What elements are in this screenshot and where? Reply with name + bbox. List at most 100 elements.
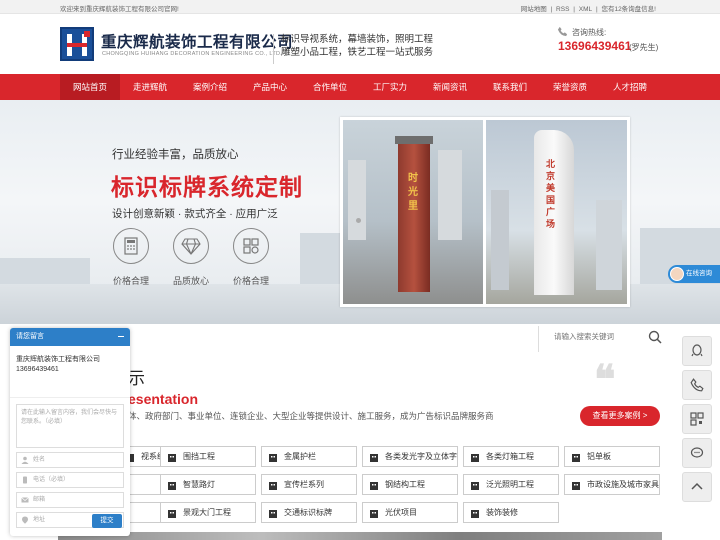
building: [438, 150, 462, 240]
separator: |: [550, 6, 553, 13]
logo-icon[interactable]: [60, 27, 94, 61]
building-icon: [370, 454, 378, 462]
avatar: [670, 267, 684, 281]
sitemap-link[interactable]: 网站地图: [521, 6, 547, 13]
inquiry-messages-link[interactable]: 您有12条询盘信息!: [601, 6, 656, 13]
chevron-up-icon: [691, 482, 703, 490]
search-input[interactable]: [554, 332, 644, 341]
banner-skyline: [300, 233, 340, 288]
category-label: 铝单板: [587, 452, 611, 461]
pylon-sign-red: 时光里: [395, 136, 433, 292]
carousel-dots[interactable]: [356, 210, 364, 228]
site-header: 重庆辉航装饰工程有限公司 CHONGQING HUIHANG DECORATIO…: [0, 14, 720, 74]
building-icon: [370, 482, 378, 490]
message-textarea[interactable]: 请在此输入留言内容，我们会尽快与您联系。（必填）: [16, 404, 124, 448]
category-item[interactable]: 光伏项目: [362, 502, 458, 523]
message-panel-title: 请您留言: [16, 333, 44, 340]
nav-item-honors[interactable]: 荣誉资质: [540, 74, 600, 100]
nav-item-home[interactable]: 网站首页: [60, 74, 120, 100]
online-consult-button[interactable]: 在线咨询: [668, 265, 720, 283]
building: [491, 190, 509, 290]
category-item[interactable]: 宣传栏系列: [261, 474, 357, 495]
mail-icon: [21, 497, 29, 503]
slogan-line-2: 雕塑小品工程，铁艺工程一站式服务: [281, 47, 434, 58]
xml-link[interactable]: XML: [579, 6, 592, 13]
category-item[interactable]: 各类发光字及立体字: [362, 446, 458, 467]
nav-item-news[interactable]: 新闻资讯: [420, 74, 480, 100]
category-label: 泛光照明工程: [486, 480, 534, 489]
more-cases-button[interactable]: 查看更多案例 >: [580, 406, 660, 426]
separator: |: [595, 6, 598, 13]
nav-item-factory[interactable]: 工厂实力: [360, 74, 420, 100]
nav-item-cases[interactable]: 案例介绍: [180, 74, 240, 100]
category-item[interactable]: 智慧路灯: [160, 474, 256, 495]
top-links: 网站地图 | RSS | XML | 您有12条询盘信息!: [520, 3, 657, 13]
category-label: 围挡工程: [183, 452, 215, 461]
back-to-top-button[interactable]: [682, 472, 712, 502]
building-icon: [572, 454, 580, 462]
category-item[interactable]: 装饰装修: [463, 502, 559, 523]
category-item[interactable]: 铝单板: [564, 446, 660, 467]
submit-button[interactable]: 提交: [92, 514, 122, 528]
category-item[interactable]: 围挡工程: [160, 446, 256, 467]
banner-title: 标识标牌系统定制: [111, 174, 303, 200]
category-label: 景观大门工程: [183, 508, 231, 517]
category-label: 钢结构工程: [385, 480, 425, 489]
nav-item-about[interactable]: 走进辉航: [120, 74, 180, 100]
building-icon: [471, 482, 479, 490]
welcome-text: 欢迎来到重庆辉航装饰工程有限公司官网!: [60, 6, 179, 13]
category-label: 各类灯箱工程: [486, 452, 534, 461]
sign-photo-left: 时光里: [343, 120, 483, 304]
building-icon: [572, 482, 580, 490]
hotline-number: 13696439461: [558, 39, 632, 53]
quote-icon: ❝: [594, 356, 616, 403]
category-item[interactable]: 景观大门工程: [160, 502, 256, 523]
case-thumbnails-strip: [58, 532, 662, 540]
header-slogan: 标识导视系统，幕墙装饰，照明工程 雕塑小品工程，铁艺工程一站式服务: [281, 33, 433, 59]
category-label: 金属护栏: [284, 452, 316, 461]
category-label: 各类发光字及立体字: [385, 452, 457, 461]
header-divider: [273, 34, 274, 64]
building-icon: [269, 454, 277, 462]
top-bar: 欢迎来到重庆辉航装饰工程有限公司官网! 网站地图 | RSS | XML | 您…: [0, 0, 720, 14]
rss-link[interactable]: RSS: [556, 6, 569, 13]
section-title: 示: [128, 369, 145, 388]
phone-button[interactable]: [682, 370, 712, 400]
building: [348, 160, 366, 240]
category-label: 智慧路灯: [183, 480, 215, 489]
chat-button[interactable]: [682, 438, 712, 468]
building-icon: [471, 510, 479, 518]
online-consult-label: 在线咨询: [686, 270, 712, 277]
search-icon[interactable]: [648, 330, 662, 344]
category-label: 光伏项目: [385, 508, 417, 517]
phone-field[interactable]: 电话（必填）: [16, 472, 124, 488]
category-item[interactable]: 金属护栏: [261, 446, 357, 467]
banner-subtitle: 行业经验丰富，品质放心: [112, 149, 239, 161]
email-field[interactable]: 邮箱: [16, 492, 124, 508]
name-field[interactable]: 姓名: [16, 452, 124, 468]
category-item[interactable]: 交通标识标牌: [261, 502, 357, 523]
nav-item-careers[interactable]: 人才招聘: [600, 74, 660, 100]
building-icon: [471, 454, 479, 462]
building-icon: [168, 482, 176, 490]
nav-item-products[interactable]: 产品中心: [240, 74, 300, 100]
section-description: 体、政府部门、事业单位、连锁企业、大型企业等提供设计、施工服务，成为广告标识品牌…: [128, 411, 494, 421]
feature-label: 价格合理: [113, 276, 150, 286]
nav-item-contact[interactable]: 联系我们: [480, 74, 540, 100]
nav-item-partners[interactable]: 合作单位: [300, 74, 360, 100]
minimize-icon[interactable]: [118, 336, 124, 337]
category-item[interactable]: 各类灯箱工程: [463, 446, 559, 467]
floating-toolbar: [682, 336, 712, 506]
qq-button[interactable]: [682, 336, 712, 366]
banner-photo: 时光里 北京美国广场: [340, 117, 630, 307]
phone-icon: [690, 378, 704, 392]
feature-label: 价格合理: [233, 276, 270, 286]
category-item[interactable]: 钢结构工程: [362, 474, 458, 495]
message-panel-header[interactable]: 请您留言: [10, 328, 130, 346]
qrcode-button[interactable]: [682, 404, 712, 434]
category-item[interactable]: 市政设施及城市家具: [564, 474, 660, 495]
category-item[interactable]: 泛光照明工程: [463, 474, 559, 495]
banner-tagline: 设计创意新颖 · 款式齐全 · 应用广泛: [112, 208, 278, 220]
feature-label: 品质放心: [173, 276, 210, 286]
pylon-sign-white: 北京美国广场: [534, 130, 574, 295]
